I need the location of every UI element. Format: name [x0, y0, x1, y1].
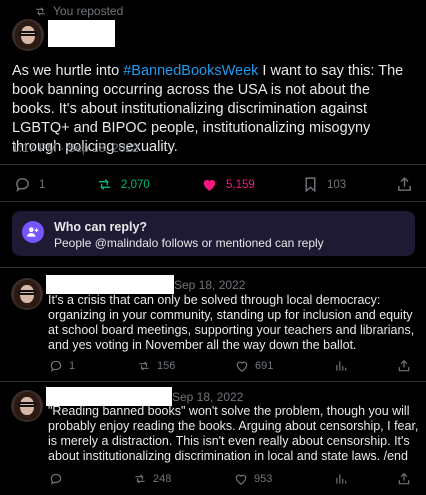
people-icon — [22, 221, 44, 243]
redacted-author — [46, 275, 174, 294]
bookmark-icon — [305, 177, 316, 193]
reply-date[interactable]: Sep 18, 2022 — [174, 278, 245, 292]
redacted-author — [48, 20, 115, 47]
who-can-reply-box: Who can reply? People @malindalo follows… — [12, 211, 415, 256]
like-button[interactable]: 5,159 — [201, 176, 255, 193]
reply-text: "Reading banned books" won't solve the p… — [48, 404, 419, 463]
share-button[interactable] — [396, 176, 413, 193]
repost-indicator: You reposted — [34, 4, 123, 18]
reply-button[interactable] — [49, 472, 63, 486]
avatar[interactable] — [12, 19, 44, 51]
repost-count: 156 — [157, 360, 176, 372]
views-button[interactable] — [334, 359, 348, 373]
bar-chart-icon — [336, 361, 347, 371]
bar-chart-icon — [336, 474, 347, 484]
divider — [0, 267, 426, 268]
reply-count: 1 — [69, 360, 76, 372]
reply-date[interactable]: Sep 18, 2022 — [172, 390, 243, 404]
reply-icon — [16, 178, 29, 192]
like-count: 953 — [254, 473, 273, 485]
reply-button[interactable]: 1 — [49, 359, 75, 373]
repost-button[interactable]: 248 — [133, 472, 171, 486]
hashtag-link[interactable]: #BannedBooksWeek — [123, 63, 258, 79]
heart-icon — [236, 361, 248, 372]
tweet-text-start: As we hurtle into — [12, 63, 124, 79]
heart-icon — [235, 474, 247, 485]
heart-icon — [203, 179, 216, 191]
divider — [0, 201, 426, 202]
like-button[interactable]: 691 — [235, 359, 273, 373]
divider — [0, 381, 426, 382]
repost-button[interactable]: 156 — [137, 359, 175, 373]
share-button[interactable] — [397, 359, 411, 373]
repost-count: 2,070 — [121, 178, 150, 191]
share-icon — [398, 177, 411, 191]
reply-icon — [50, 473, 62, 485]
tweet-timestamp[interactable]: 1:17 PM · Sep 18, 2022 — [12, 141, 139, 155]
repost-count: 248 — [153, 473, 172, 485]
like-count: 5,159 — [226, 178, 255, 191]
bookmark-button[interactable]: 103 — [302, 176, 346, 193]
bookmark-count: 103 — [327, 178, 347, 191]
repost-label: You reposted — [53, 4, 124, 18]
reply-text: It's a crisis that can only be solved th… — [48, 293, 415, 352]
reply-avatar[interactable] — [11, 390, 43, 422]
reply-icon — [50, 360, 62, 372]
share-button[interactable] — [397, 472, 411, 486]
who-can-reply-title: Who can reply? — [54, 220, 148, 234]
like-count: 691 — [255, 360, 274, 372]
reply-count: 1 — [39, 178, 46, 191]
repost-icon — [139, 361, 149, 371]
views-button[interactable] — [334, 472, 348, 486]
reply-button[interactable]: 1 — [14, 176, 45, 193]
repost-button[interactable]: 2,070 — [96, 176, 150, 193]
repost-icon — [36, 6, 45, 16]
like-button[interactable]: 953 — [234, 472, 272, 486]
divider — [0, 164, 426, 165]
repost-icon — [135, 474, 145, 484]
reply-avatar[interactable] — [11, 278, 43, 310]
who-can-reply-subtitle: People @malindalo follows or mentioned c… — [54, 236, 324, 250]
repost-icon — [98, 179, 111, 190]
share-icon — [398, 472, 410, 485]
share-icon — [398, 359, 410, 372]
